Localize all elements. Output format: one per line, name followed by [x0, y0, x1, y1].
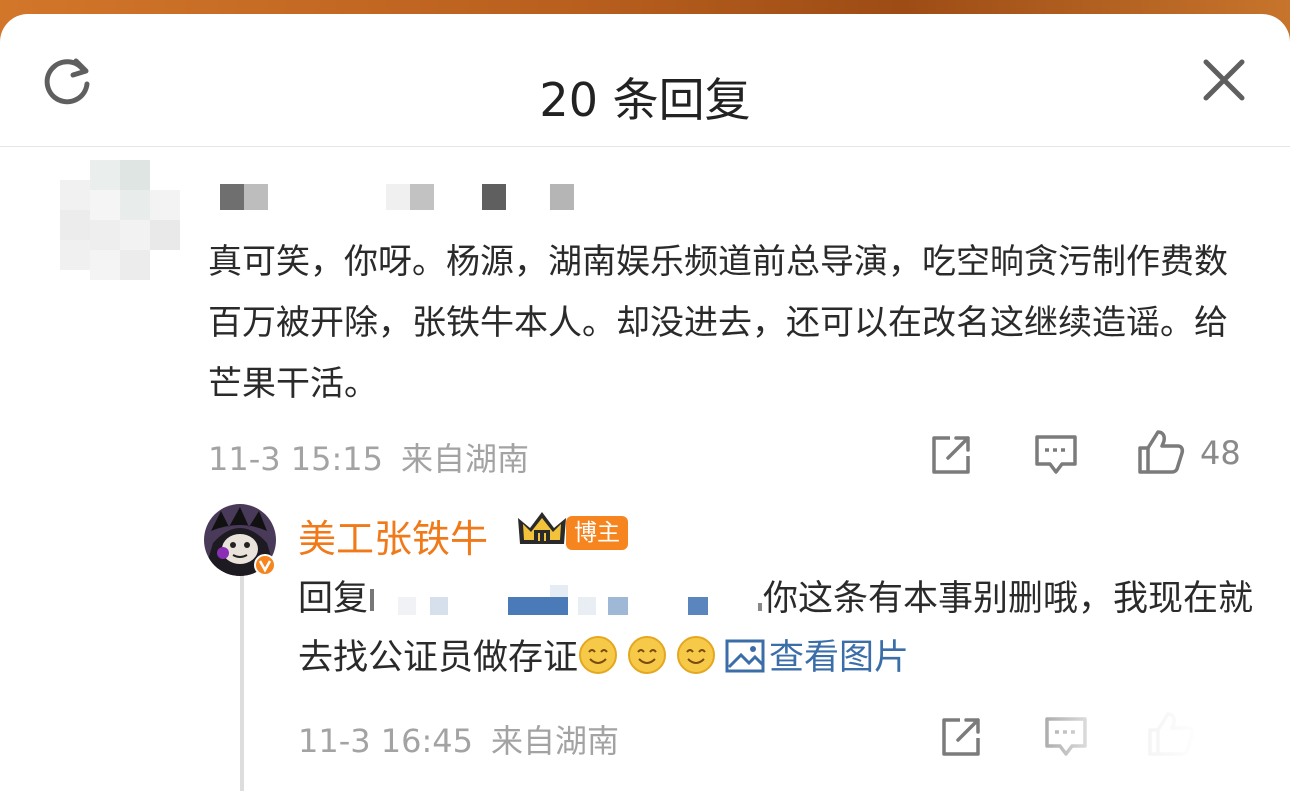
smile-emoji-icon	[579, 636, 618, 674]
reply-location: 来自湖南	[491, 722, 620, 760]
reply-body: 回复 你这条有本事别删哦，我现在就去找公证员做存证 查看图片	[298, 570, 1258, 688]
commenter-name-pixelated[interactable]	[220, 184, 580, 210]
image-icon	[725, 639, 765, 673]
comment-meta: 11-3 15:15 来自湖南	[208, 434, 529, 480]
reply-timestamp: 11-3 16:45	[298, 722, 474, 760]
comment-location: 来自湖南	[401, 440, 530, 478]
mention-pixelated[interactable]	[368, 585, 763, 615]
page-title: 20 条回复	[539, 73, 751, 127]
blogger-badge: 博主	[566, 516, 628, 550]
comment-body: 真可笑，你呀。杨源，湖南娱乐频道前总导演，吃空晌贪污制作费数百万被开除，张铁牛本…	[208, 242, 1228, 404]
smile-emoji-icon	[677, 636, 716, 674]
sheet-header: 20 条回复	[0, 14, 1290, 147]
comment-timestamp: 11-3 15:15	[208, 440, 384, 478]
reply-meta: 11-3 16:45 来自湖南	[298, 716, 619, 762]
thread-line	[240, 575, 244, 791]
bottom-right-fade-overlay	[1000, 700, 1290, 791]
close-icon[interactable]	[1200, 56, 1248, 104]
share-icon[interactable]	[928, 432, 974, 478]
smile-emoji-icon	[628, 636, 667, 674]
commenter-avatar-pixelated[interactable]	[60, 160, 180, 280]
blogger-avatar[interactable]	[203, 503, 277, 577]
reply-prefix: 回复	[298, 579, 369, 619]
view-image-label: 查看图片	[769, 638, 910, 678]
crown-icon	[518, 512, 566, 544]
comment-like-count: 48	[1200, 434, 1241, 472]
comment-icon[interactable]	[1032, 432, 1080, 478]
view-image-link[interactable]: 查看图片	[725, 638, 909, 678]
like-icon[interactable]	[1136, 428, 1186, 476]
blogger-name[interactable]: 美工张铁牛	[298, 508, 488, 563]
reply-share-icon[interactable]	[938, 714, 984, 760]
